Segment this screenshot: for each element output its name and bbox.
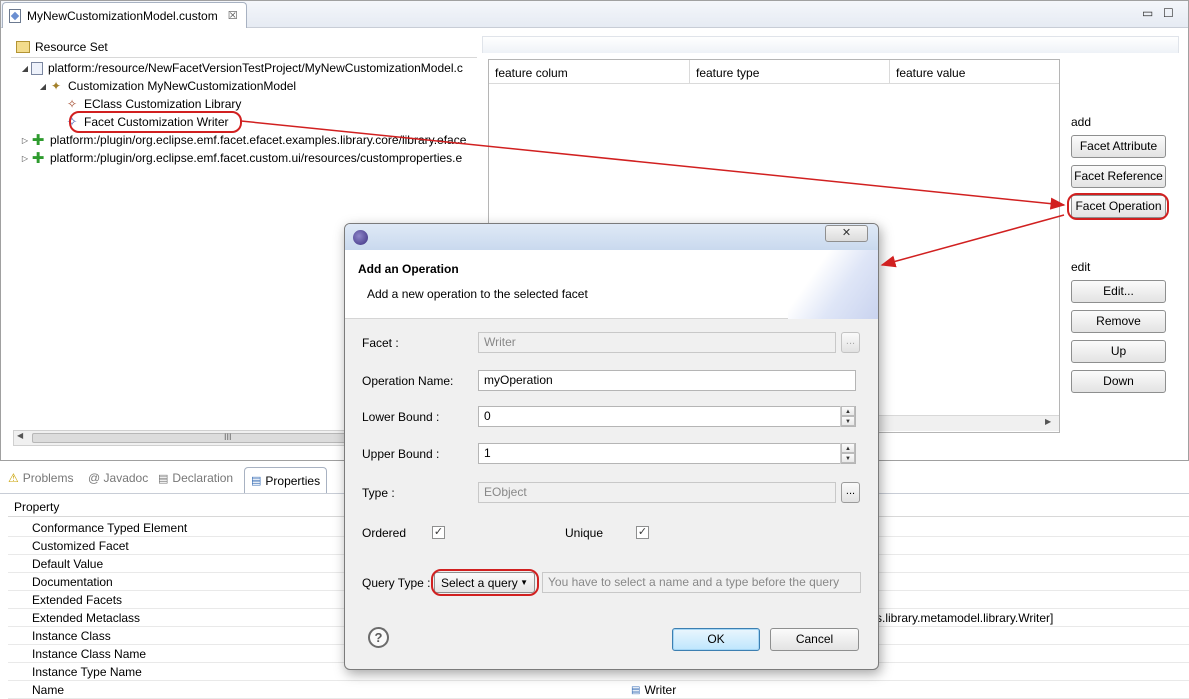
highlight-query-type [431, 569, 539, 596]
operation-name-input[interactable]: myOperation [478, 370, 856, 391]
editor-tab-title: MyNewCustomizationModel.custom [27, 8, 218, 23]
minimize-icon[interactable]: ▭ [1142, 6, 1153, 20]
edit-section-label: edit [1071, 260, 1091, 274]
eclipse-icon [353, 230, 368, 245]
facet-label: Facet : [362, 336, 399, 350]
facet-browse-button: ... [841, 332, 860, 353]
query-type-label: Query Type : [362, 576, 431, 590]
close-icon[interactable]: ✕ [825, 225, 868, 242]
facet-reference-button[interactable]: Facet Reference [1071, 165, 1166, 188]
tab-label: @ Javadoc [88, 471, 149, 485]
plugin-resource-icon: ✚ [31, 132, 45, 149]
tree-item-label: EClass Customization Library [84, 97, 242, 111]
header-banner-graphic [788, 250, 878, 319]
tab-label: Declaration [172, 471, 234, 485]
tab-label: Problems [22, 471, 74, 485]
facet-value-icon: ▤ [631, 684, 641, 696]
resource-set-icon [16, 41, 30, 53]
problems-icon: ⚠ [8, 471, 19, 485]
properties-icon: ▤ [251, 475, 262, 487]
spin-up-icon[interactable]: ▲ [841, 443, 855, 453]
dialog-title: Add an Operation [358, 262, 459, 276]
dialog-titlebar[interactable]: ✕ [345, 224, 878, 250]
unique-checkbox[interactable]: ✓ [636, 526, 649, 539]
cancel-button[interactable]: Cancel [770, 628, 859, 651]
tab-problems[interactable]: ⚠ Problems [8, 471, 73, 485]
add-section-label: add [1071, 115, 1092, 129]
down-button[interactable]: Down [1071, 370, 1166, 393]
query-field: You have to select a name and a type bef… [542, 572, 861, 593]
tree-item-label: platform:/plugin/org.eclipse.emf.facet.c… [50, 151, 463, 165]
collapse-arrow-icon[interactable]: ◢ [37, 82, 49, 91]
maximize-icon[interactable]: ☐ [1163, 6, 1174, 20]
extended-metaclass-value: s.library.metamodel.library.Writer] [876, 611, 1054, 625]
ordered-label: Ordered [362, 526, 407, 540]
add-operation-dialog: ✕ Add an Operation Add a new operation t… [344, 223, 879, 670]
resource-set-label: Resource Set [35, 40, 108, 54]
upper-bound-label: Upper Bound : [362, 447, 440, 461]
unique-label: Unique [565, 526, 604, 540]
upper-bound-input[interactable]: 1 [478, 443, 856, 464]
spin-up-icon[interactable]: ▲ [841, 406, 855, 416]
facet-field: Writer [478, 332, 836, 353]
tab-javadoc[interactable]: @ Javadoc [88, 471, 148, 485]
dialog-description: Add a new operation to the selected face… [367, 287, 588, 301]
ok-button[interactable]: OK [672, 628, 760, 651]
expand-arrow-icon[interactable]: ▷ [19, 154, 31, 163]
tree-item-customproperties-plugin[interactable]: ▷ ✚ platform:/plugin/org.eclipse.emf.fac… [19, 149, 479, 167]
remove-button[interactable]: Remove [1071, 310, 1166, 333]
ordered-checkbox[interactable]: ✓ [432, 526, 445, 539]
spin-down-icon[interactable]: ▼ [841, 416, 855, 426]
tab-label: Properties [265, 473, 321, 488]
expand-arrow-icon[interactable]: ▷ [19, 136, 31, 145]
custom-file-icon [9, 8, 21, 23]
scroll-grip: III [224, 432, 232, 442]
up-button[interactable]: Up [1071, 340, 1166, 363]
facet-attribute-button[interactable]: Facet Attribute [1071, 135, 1166, 158]
tab-properties[interactable]: ▤ Properties [244, 467, 328, 493]
tree-item-label: platform:/resource/NewFacetVersionTestPr… [48, 61, 463, 75]
plugin-resource-icon: ✚ [31, 150, 45, 167]
header-divider [11, 57, 477, 58]
lower-bound-input[interactable]: 0 [478, 406, 856, 427]
lower-bound-spinner[interactable]: ▲ ▼ [840, 406, 855, 427]
column-header-feature-value[interactable]: feature value [890, 60, 1059, 84]
type-browse-button[interactable]: ... [841, 482, 860, 503]
editor-tab[interactable]: MyNewCustomizationModel.custom ☒ [2, 2, 247, 28]
type-field: EObject [478, 482, 836, 503]
scroll-left-icon[interactable]: ◀ [17, 431, 23, 440]
collapse-arrow-icon[interactable]: ◢ [19, 64, 31, 73]
operation-name-label: Operation Name: [362, 374, 454, 388]
resource-set-header: Resource Set [16, 38, 108, 56]
details-header-bar [482, 36, 1179, 53]
name-value: ▤ Writer [631, 683, 676, 697]
tree-item-resource[interactable]: ◢ platform:/resource/NewFacetVersionTest… [19, 59, 479, 77]
tab-declaration[interactable]: ▤ Declaration [158, 471, 233, 485]
highlight-facet-customization [69, 111, 242, 133]
property-row[interactable]: Name [8, 681, 1189, 699]
help-icon[interactable]: ? [368, 627, 389, 648]
spin-down-icon[interactable]: ▼ [841, 453, 855, 463]
type-label: Type : [362, 486, 395, 500]
tree-item-label: platform:/plugin/org.eclipse.emf.facet.e… [50, 133, 467, 147]
name-value-text: Writer [644, 683, 677, 697]
column-header-feature-colum[interactable]: feature colum [489, 60, 690, 84]
lower-bound-label: Lower Bound : [362, 410, 440, 424]
column-header-feature-type[interactable]: feature type [690, 60, 890, 84]
resource-file-icon [31, 61, 43, 75]
editor-tab-bar: MyNewCustomizationModel.custom ☒ ▭ ☐ [1, 1, 1188, 28]
bottom-view-tabs: ⚠ Problems @ Javadoc ▤ Declaration ▤ Pro… [0, 467, 360, 493]
declaration-icon: ▤ [158, 472, 169, 485]
tree-item-customization[interactable]: ◢ ✦ Customization MyNewCustomizationMode… [19, 77, 479, 95]
upper-bound-spinner[interactable]: ▲ ▼ [840, 443, 855, 464]
dialog-header: Add an Operation Add a new operation to … [345, 250, 878, 319]
eclass-customization-icon: ✧ [66, 97, 78, 111]
tree-item-label: Customization MyNewCustomizationModel [68, 79, 297, 93]
highlight-facet-operation [1067, 193, 1169, 220]
close-tab-icon[interactable]: ☒ [228, 9, 238, 22]
tree-item-library-plugin[interactable]: ▷ ✚ platform:/plugin/org.eclipse.emf.fac… [19, 131, 479, 149]
edit-button[interactable]: Edit... [1071, 280, 1166, 303]
customization-icon: ✦ [50, 79, 62, 93]
scroll-right-icon[interactable]: ▶ [1045, 417, 1051, 426]
